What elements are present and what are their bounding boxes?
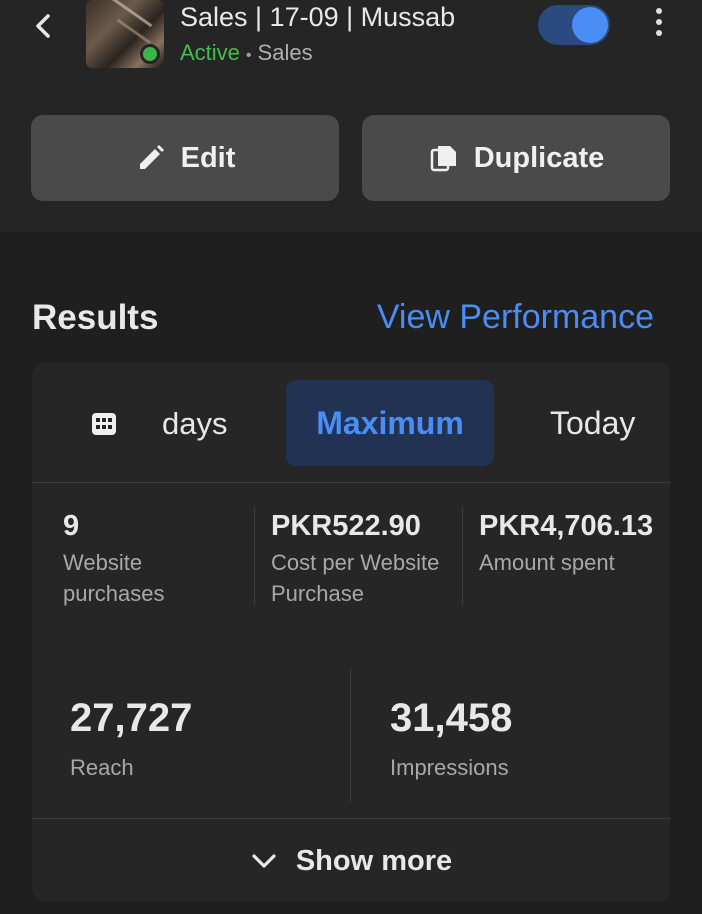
tab-custom-dates[interactable]	[90, 410, 118, 438]
status-label: Active	[180, 40, 240, 65]
metric-amount-spent[interactable]: PKR4,706.13 Amount spent	[479, 510, 664, 578]
campaign-header: Sales | 17-09 | Mussab Active • Sales Edit…	[0, 0, 702, 232]
tab-maximum[interactable]: Maximum	[286, 380, 494, 466]
results-heading: Results	[32, 298, 159, 337]
edit-button-label: Edit	[180, 141, 236, 174]
metric-cost-per-purchase[interactable]: PKR522.90 Cost per Website Purchase	[271, 510, 456, 609]
metric-label: Website purchases	[63, 550, 165, 606]
card-divider	[32, 818, 670, 819]
metric-value: PKR522.90	[271, 510, 421, 542]
metric-divider	[462, 506, 463, 606]
pencil-icon	[139, 145, 164, 169]
metric-label: Reach	[70, 755, 134, 780]
subtitle-separator: •	[245, 47, 252, 64]
results-card: days Maximum Today 9 Website purchases P…	[32, 362, 670, 902]
date-range-tabs: days Maximum Today	[32, 362, 670, 483]
calendar-grid-icon	[92, 413, 116, 435]
metric-value: 9	[63, 510, 80, 542]
chevron-left-icon	[36, 14, 50, 38]
campaign-title: Sales | 17-09 | Mussab	[180, 2, 456, 32]
campaign-subtitle: Active • Sales	[180, 40, 313, 66]
thumbnail-detail	[109, 0, 153, 28]
metric-label: Impressions	[390, 755, 509, 780]
duplicate-button-label: Duplicate	[473, 141, 605, 174]
tab-days[interactable]: days	[162, 406, 227, 442]
metric-value: 31,458	[390, 696, 513, 740]
metric-website-purchases[interactable]: 9 Website purchases	[63, 510, 248, 609]
metric-impressions[interactable]: 31,458 Impressions	[390, 696, 512, 781]
more-dot	[656, 19, 662, 25]
more-dot	[656, 8, 662, 14]
view-performance-link[interactable]: View Performance	[377, 298, 654, 337]
toggle-knob	[572, 7, 608, 43]
back-button[interactable]	[30, 10, 58, 42]
metric-label: Cost per Website Purchase	[271, 550, 440, 606]
tab-today[interactable]: Today	[550, 405, 635, 442]
campaign-toggle[interactable]	[538, 5, 610, 45]
metric-value: 27,727	[70, 696, 193, 740]
duplicate-icon	[430, 146, 456, 172]
chevron-down-icon	[252, 854, 276, 868]
campaign-type-label: Sales	[257, 40, 313, 65]
duplicate-button[interactable]: Duplicate	[362, 115, 670, 201]
metric-value: PKR4,706.13	[479, 510, 654, 542]
more-options-button[interactable]	[650, 8, 668, 44]
metric-reach[interactable]: 27,727 Reach	[70, 696, 192, 781]
metric-divider	[254, 506, 255, 606]
more-dot	[656, 30, 662, 36]
show-more-button[interactable]: Show more	[32, 820, 670, 902]
active-status-dot	[140, 44, 160, 64]
edit-button[interactable]: Edit	[31, 115, 339, 201]
metric-divider	[350, 668, 351, 802]
metric-label: Amount spent	[479, 550, 615, 575]
show-more-label: Show more	[295, 844, 453, 877]
